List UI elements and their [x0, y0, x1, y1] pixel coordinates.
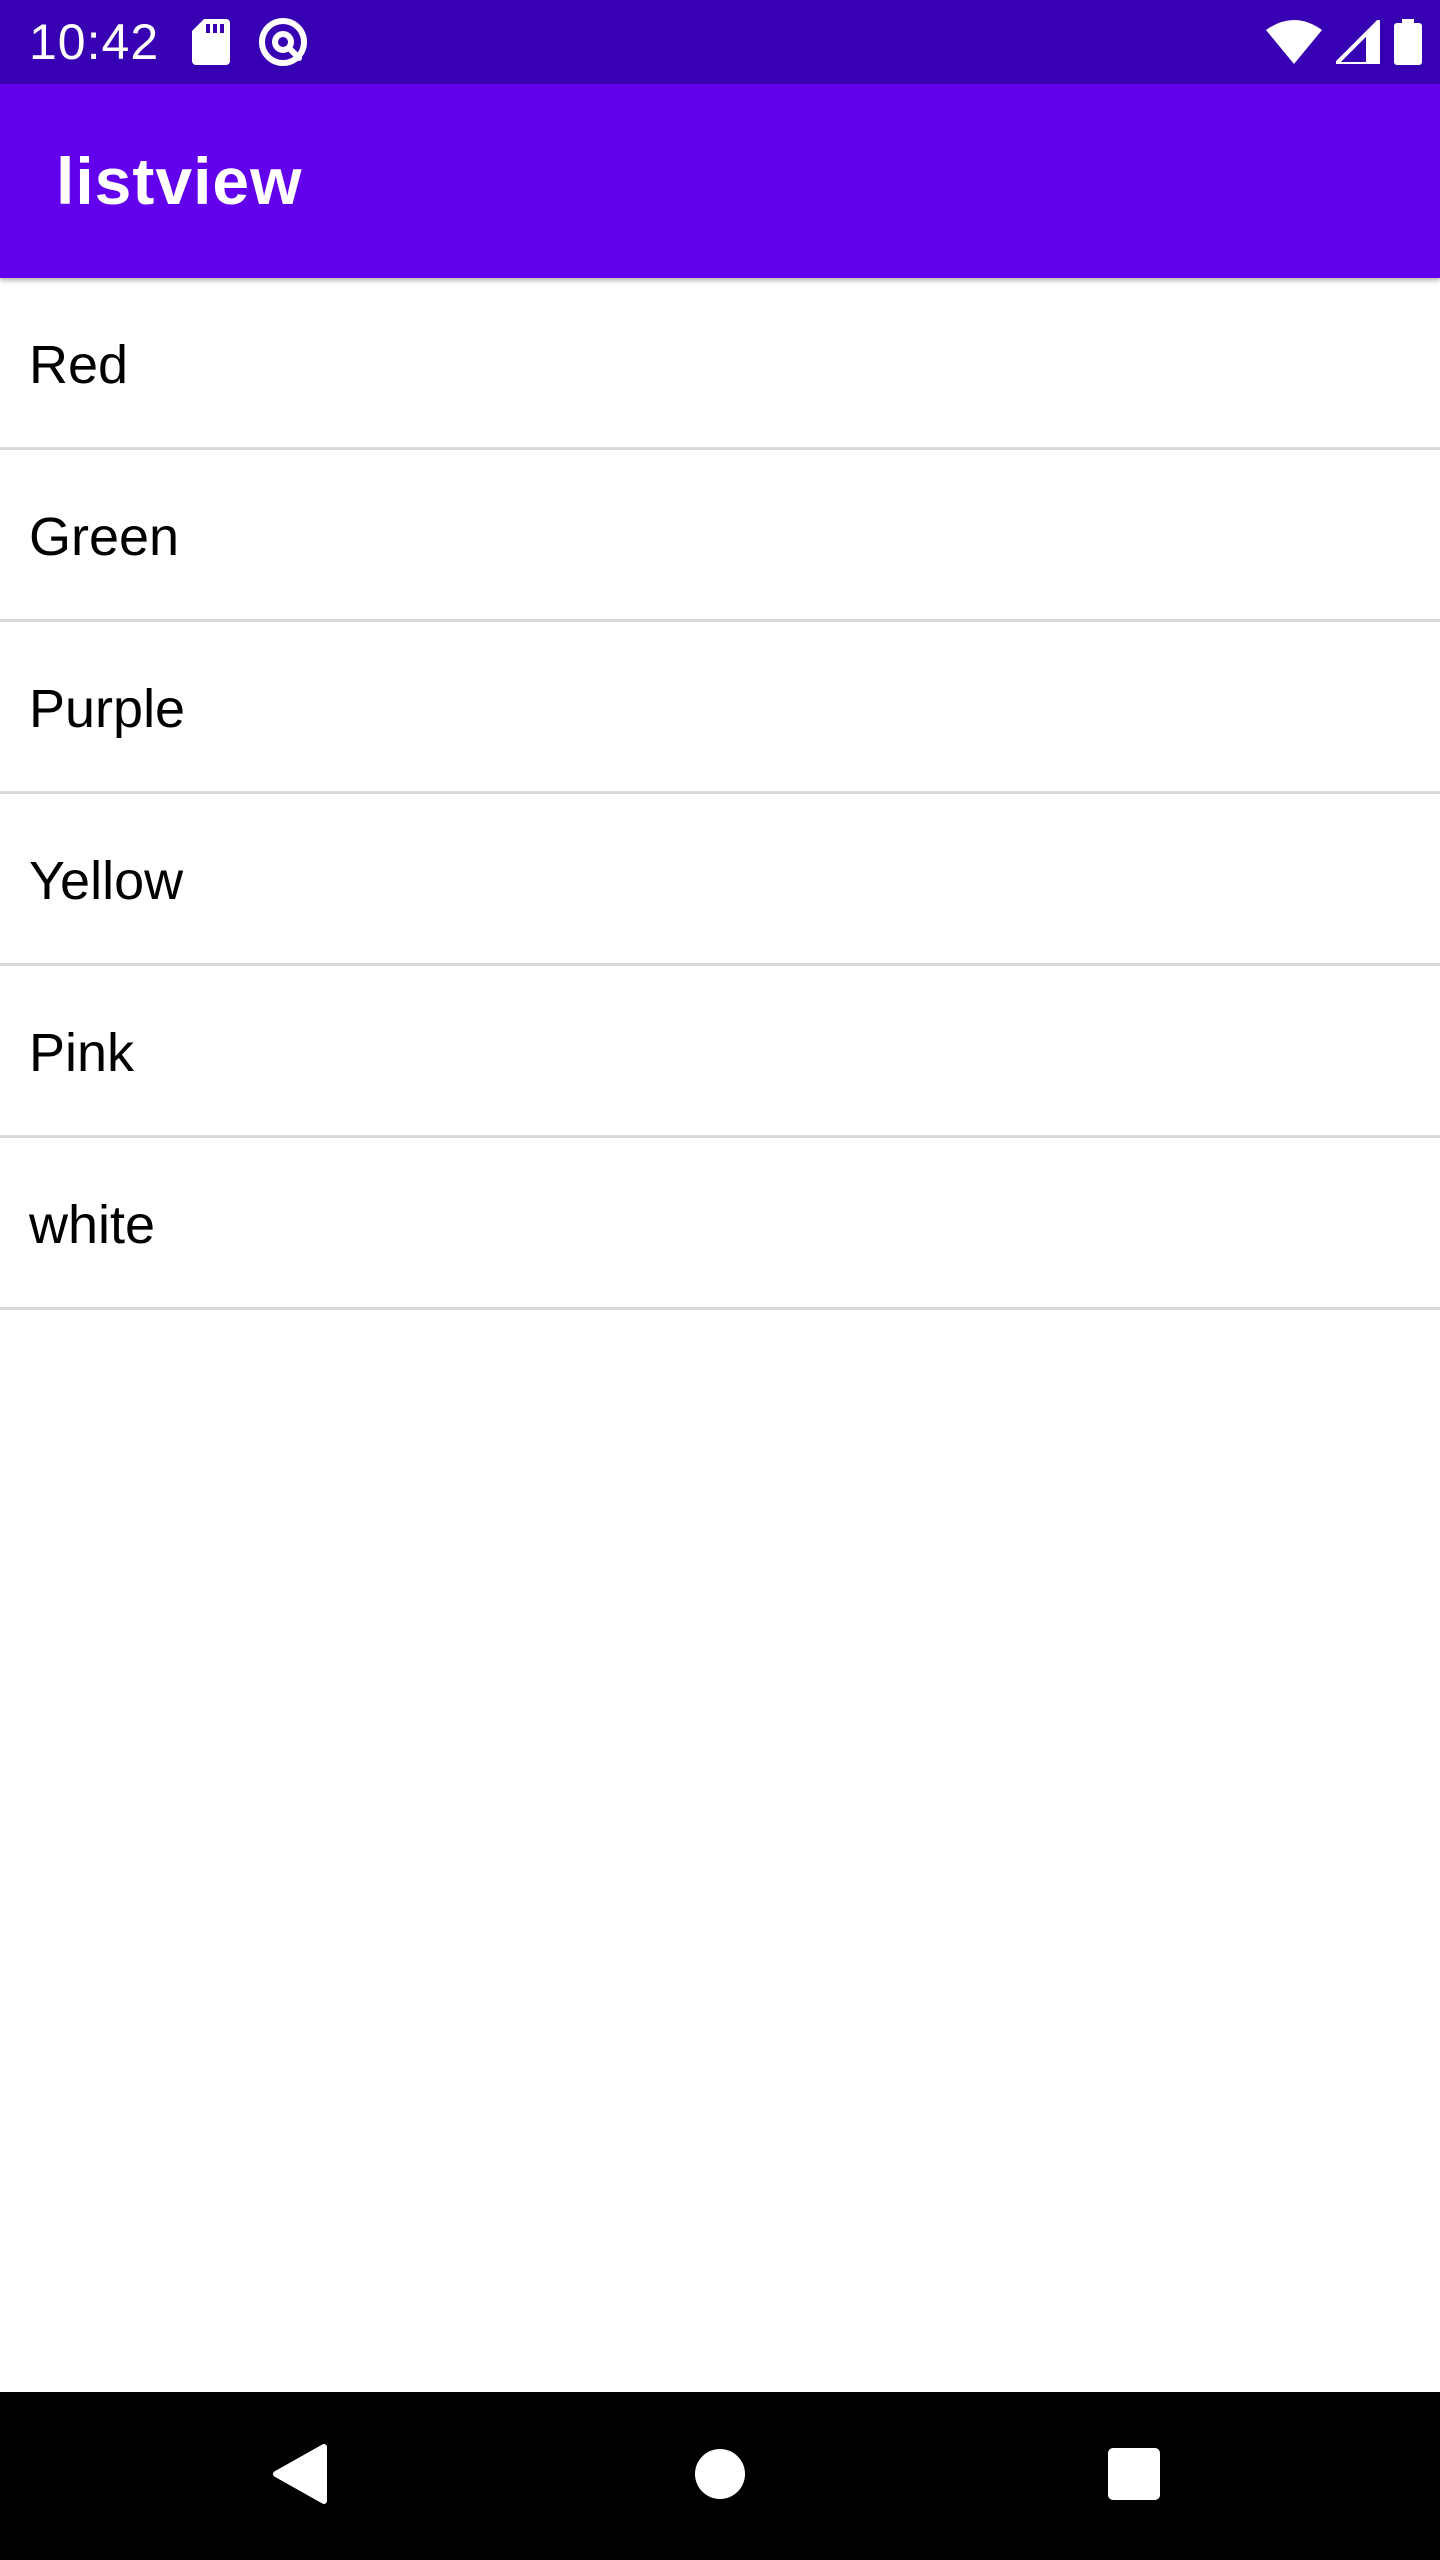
list-item[interactable]: white	[0, 1138, 1440, 1310]
status-time: 10:42	[29, 14, 160, 70]
list-item-label: Pink	[29, 1023, 135, 1083]
list-view[interactable]: Red Green Purple Yellow Pink white	[0, 278, 1440, 1310]
back-button[interactable]	[200, 2392, 400, 2560]
list-item[interactable]: Pink	[0, 966, 1440, 1138]
app-bar: listview	[0, 84, 1440, 278]
list-item-label: Yellow	[29, 851, 184, 911]
at-sign-icon	[258, 17, 308, 67]
home-button[interactable]	[620, 2392, 820, 2560]
app-title: listview	[56, 144, 303, 218]
sd-card-icon	[192, 19, 230, 65]
status-right-icons	[1266, 16, 1422, 68]
list-item-label: white	[29, 1195, 156, 1255]
battery-icon	[1394, 19, 1422, 65]
home-icon	[694, 2448, 746, 2505]
navigation-bar	[0, 2392, 1440, 2560]
recents-icon	[1107, 2447, 1161, 2506]
cell-signal-icon	[1336, 20, 1380, 64]
list-item[interactable]: Green	[0, 450, 1440, 622]
recents-button[interactable]	[1034, 2392, 1234, 2560]
status-bar: 10:42	[0, 0, 1440, 84]
list-item[interactable]: Red	[0, 278, 1440, 450]
status-left-icons	[192, 16, 308, 68]
screen: 10:42 listview Red Green Purple Yellow P…	[0, 0, 1440, 2560]
back-icon	[272, 2443, 328, 2510]
list-item[interactable]: Yellow	[0, 794, 1440, 966]
list-item-label: Green	[29, 507, 180, 567]
list-item-label: Purple	[29, 679, 186, 739]
list-item[interactable]: Purple	[0, 622, 1440, 794]
wifi-icon	[1266, 20, 1322, 64]
list-item-label: Red	[29, 335, 129, 395]
